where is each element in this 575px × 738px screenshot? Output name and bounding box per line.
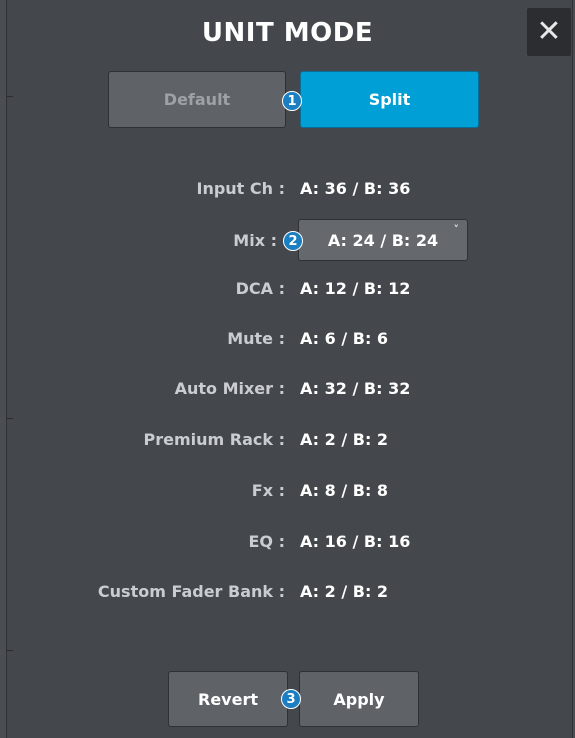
setting-row-dca: DCA : A: 12 / B: 12 — [0, 277, 575, 301]
setting-label: Mix : — [233, 231, 277, 250]
setting-label: Auto Mixer : — [174, 379, 285, 398]
mix-dropdown[interactable]: A: 24 / B: 24 ˅ — [298, 219, 468, 261]
default-mode-button[interactable]: Default — [108, 71, 286, 128]
setting-label: Fx : — [251, 481, 285, 500]
setting-value: A: 2 / B: 2 — [300, 430, 389, 449]
setting-row-auto-mixer: Auto Mixer : A: 32 / B: 32 — [0, 377, 575, 401]
panel-edge-tick — [7, 418, 13, 419]
setting-row-eq: EQ : A: 16 / B: 16 — [0, 530, 575, 554]
chevron-down-icon: ˅ — [453, 223, 460, 236]
revert-button[interactable]: Revert — [168, 671, 288, 727]
setting-value: A: 8 / B: 8 — [300, 481, 389, 500]
panel-edge-tick — [7, 96, 13, 97]
callout-marker-3: 3 — [281, 689, 301, 709]
setting-label: EQ : — [248, 532, 286, 551]
setting-label: Input Ch : — [196, 179, 285, 198]
setting-row-mute: Mute : A: 6 / B: 6 — [0, 327, 575, 351]
setting-label: Custom Fader Bank : — [97, 582, 285, 601]
close-button[interactable]: ✕ — [527, 8, 571, 56]
setting-value: A: 12 / B: 12 — [300, 279, 411, 298]
split-mode-button[interactable]: Split — [300, 71, 479, 128]
dialog-title: UNIT MODE — [201, 18, 374, 48]
panel-edge-tick — [7, 650, 13, 651]
setting-row-custom-fader-bank: Custom Fader Bank : A: 2 / B: 2 — [0, 580, 575, 604]
callout-marker-1: 1 — [282, 91, 302, 111]
setting-row-fx: Fx : A: 8 / B: 8 — [0, 479, 575, 503]
setting-value: A: 6 / B: 6 — [300, 329, 389, 348]
setting-row-input-ch: Input Ch : A: 36 / B: 36 — [0, 177, 575, 201]
close-icon: ✕ — [536, 14, 562, 49]
setting-label: Premium Rack : — [143, 430, 285, 449]
setting-value: A: 16 / B: 16 — [300, 532, 411, 551]
setting-value: A: 36 / B: 36 — [300, 179, 411, 198]
setting-row-premium-rack: Premium Rack : A: 2 / B: 2 — [0, 428, 575, 452]
setting-label: DCA : — [235, 279, 285, 298]
setting-value: A: 2 / B: 2 — [300, 582, 389, 601]
mix-dropdown-value: A: 24 / B: 24 — [327, 230, 439, 250]
apply-button[interactable]: Apply — [299, 671, 419, 727]
setting-value: A: 32 / B: 32 — [300, 379, 411, 398]
setting-label: Mute : — [227, 329, 285, 348]
callout-marker-2: 2 — [283, 231, 303, 251]
